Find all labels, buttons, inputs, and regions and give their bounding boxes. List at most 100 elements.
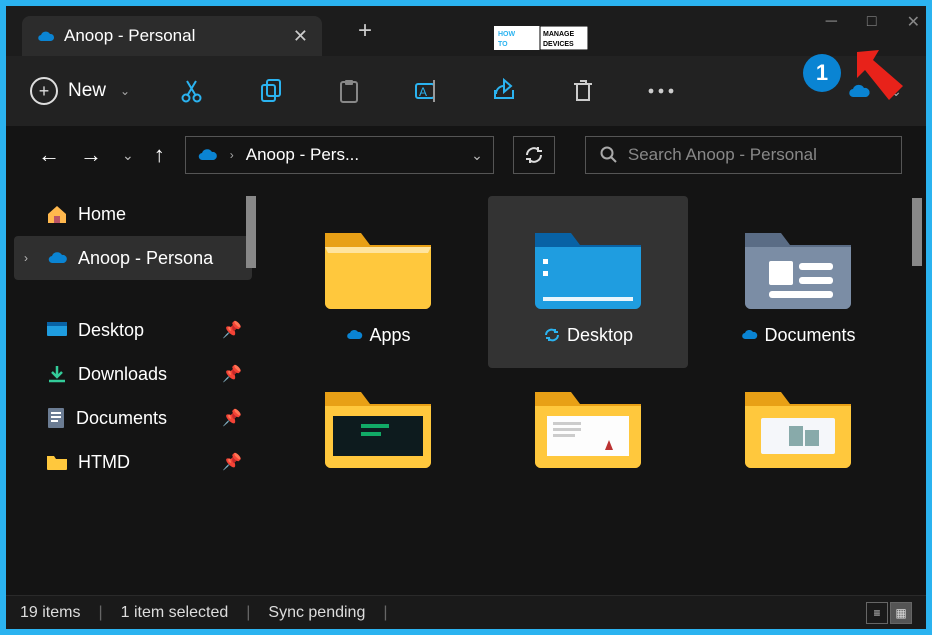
sidebar-downloads[interactable]: Downloads 📌 [14, 352, 252, 396]
svg-text:DEVICES: DEVICES [543, 41, 574, 48]
file-apps[interactable]: Apps [278, 196, 478, 368]
pin-icon: 📌 [222, 408, 242, 428]
window-controls: ─ □ ✕ [826, 12, 920, 32]
cut-icon[interactable] [178, 76, 208, 106]
plus-icon: + [30, 77, 58, 105]
pin-icon: 📌 [222, 364, 242, 384]
status-selected-count: 1 item selected [121, 604, 229, 622]
tab-active[interactable]: Anoop - Personal ✕ [22, 16, 322, 56]
history-dropdown[interactable]: ⌄ [122, 147, 134, 164]
annotation-arrow [853, 46, 913, 108]
back-button[interactable]: ← [38, 142, 60, 168]
icons-view-button[interactable]: ▦ [890, 602, 912, 624]
sidebar-home[interactable]: Home [14, 192, 252, 236]
forward-button[interactable]: → [80, 142, 102, 168]
search-input[interactable] [628, 145, 887, 165]
sidebar-item-label: Anoop - Persona [78, 248, 213, 269]
cloud-icon [46, 250, 68, 266]
sidebar-item-label: Home [78, 204, 126, 225]
new-label: New [68, 80, 106, 102]
file-label: Desktop [567, 325, 633, 346]
rename-icon[interactable]: A [412, 76, 442, 106]
up-button[interactable]: ↑ [154, 142, 165, 168]
pin-icon: 📌 [222, 452, 242, 472]
download-icon [46, 364, 68, 384]
folder-icon [319, 378, 437, 474]
watermark: HOW TO MANAGE DEVICES [494, 26, 588, 50]
separator: | [98, 604, 102, 622]
address-bar[interactable]: › Anoop - Pers... ⌄ [185, 136, 494, 174]
chevron-down-icon: ⌄ [120, 84, 130, 98]
cloud-badge-icon [345, 328, 363, 342]
paste-icon[interactable] [334, 76, 364, 106]
separator: | [246, 604, 250, 622]
file-documents[interactable]: Documents [698, 196, 898, 368]
sidebar-documents[interactable]: Documents 📌 [14, 396, 252, 440]
minimize-button[interactable]: ─ [826, 13, 837, 31]
tab-close-icon[interactable]: ✕ [293, 26, 308, 47]
svg-text:HOW: HOW [498, 31, 516, 38]
more-icon[interactable] [646, 76, 676, 106]
sidebar-htmd[interactable]: HTMD 📌 [14, 440, 252, 484]
svg-text:TO: TO [498, 41, 508, 48]
document-icon [46, 407, 66, 429]
folder-icon [319, 219, 437, 315]
close-window-button[interactable]: ✕ [907, 12, 920, 32]
copy-icon[interactable] [256, 76, 286, 106]
pin-icon: 📌 [222, 320, 242, 340]
file-grid: Apps Desktop [278, 196, 910, 508]
file-row2-1[interactable] [278, 378, 478, 508]
sidebar-item-label: Downloads [78, 364, 167, 385]
folder-icon [739, 219, 857, 315]
nav-row: ← → ⌄ ↑ › Anoop - Pers... ⌄ [6, 126, 926, 184]
file-label: Documents [764, 325, 855, 346]
file-row2-3[interactable] [698, 378, 898, 508]
status-bar: 19 items | 1 item selected | Sync pendin… [6, 595, 926, 629]
titlebar: Anoop - Personal ✕ + HOWTOMANAGEDEVICES … [6, 6, 926, 56]
new-tab-button[interactable]: + [358, 17, 372, 45]
current-location: Anoop - Pers... [246, 145, 359, 165]
sidebar-scrollbar[interactable] [246, 196, 256, 268]
status-item-count: 19 items [20, 604, 80, 622]
chevron-right-icon: › [230, 148, 234, 162]
share-icon[interactable] [490, 76, 520, 106]
main-scrollbar[interactable] [912, 198, 922, 266]
tab-title: Anoop - Personal [64, 26, 275, 46]
sidebar: Home › Anoop - Persona Desktop 📌 Downloa… [6, 184, 256, 595]
desktop-icon [46, 321, 68, 339]
file-desktop[interactable]: Desktop [488, 196, 688, 368]
new-button[interactable]: + New ⌄ [30, 77, 130, 105]
file-label: Apps [369, 325, 410, 346]
chevron-down-icon[interactable]: ⌄ [471, 147, 483, 164]
sidebar-item-label: Documents [76, 408, 167, 429]
refresh-button[interactable] [513, 136, 555, 174]
annotation-badge: 1 [803, 54, 841, 92]
main-view: Apps Desktop [256, 184, 926, 595]
folder-icon [529, 378, 647, 474]
sidebar-onedrive[interactable]: › Anoop - Persona [14, 236, 252, 280]
folder-icon [739, 378, 857, 474]
folder-icon [529, 219, 647, 315]
sidebar-desktop[interactable]: Desktop 📌 [14, 308, 252, 352]
file-explorer-window: 1 Anoop - Personal ✕ + HOW TO MANAGE DEVICE… [6, 6, 926, 629]
body: Home › Anoop - Persona Desktop 📌 Downloa… [6, 184, 926, 595]
search-icon [600, 146, 618, 164]
search-box[interactable] [585, 136, 902, 174]
maximize-button[interactable]: □ [867, 13, 877, 31]
svg-text:A: A [419, 85, 427, 99]
sync-badge-icon [543, 327, 561, 343]
sidebar-item-label: HTMD [78, 452, 130, 473]
sidebar-item-label: Desktop [78, 320, 144, 341]
separator: | [383, 604, 387, 622]
view-toggles: ≡ ▦ [866, 602, 912, 624]
cloud-icon [196, 147, 218, 163]
folder-icon [46, 453, 68, 471]
file-row2-2[interactable] [488, 378, 688, 508]
toolbar: + New ⌄ A ⌄ [6, 56, 926, 126]
home-icon [46, 204, 68, 224]
delete-icon[interactable] [568, 76, 598, 106]
chevron-right-icon: › [24, 251, 36, 265]
svg-text:MANAGE: MANAGE [543, 31, 574, 38]
status-sync: Sync pending [268, 604, 365, 622]
details-view-button[interactable]: ≡ [866, 602, 888, 624]
